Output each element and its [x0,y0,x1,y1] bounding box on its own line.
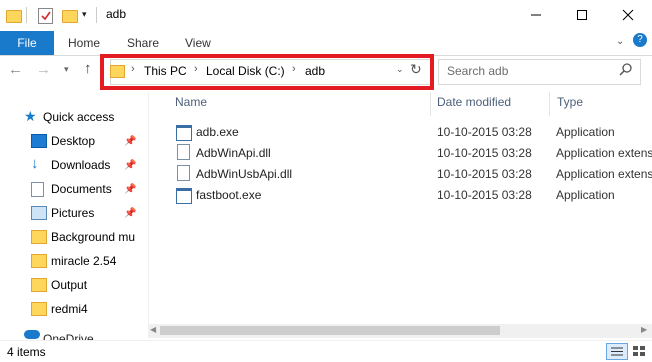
sidebar-item-label: Output [51,278,88,292]
status-bar [0,340,652,362]
table-row[interactable]: adb.exe 10-10-2015 03:28 Application [150,122,652,142]
expand-ribbon-icon[interactable]: ⌄ [616,36,624,47]
sidebar-item-onedrive[interactable]: OneDrive [0,326,148,340]
folder-icon [31,302,47,316]
magnifier-icon [619,63,632,76]
file-type: Application extens [556,167,652,181]
item-count: 4 items [7,345,46,359]
cloud-icon [24,330,40,339]
sidebar-item-label: Background mu [51,230,136,244]
file-date: 10-10-2015 03:28 [437,146,532,160]
close-icon [622,9,634,21]
file-date: 10-10-2015 03:28 [437,167,532,181]
maximize-icon [577,10,587,20]
forward-arrow-icon[interactable]: → [36,61,51,78]
address-highlight-annotation [100,54,434,90]
folder-icon [6,10,22,23]
large-icons-view-icon [633,346,645,356]
sidebar-item-pictures[interactable]: Pictures 📌 [0,202,148,224]
minimize-icon [531,14,541,16]
sidebar-item-label: redmi4 [51,302,88,316]
back-arrow-icon[interactable]: ← [8,61,23,78]
divider [96,7,97,23]
table-row[interactable]: AdbWinUsbApi.dll 10-10-2015 03:28 Applic… [150,164,652,184]
sidebar-item-label: Quick access [43,110,115,124]
recent-locations-icon[interactable]: ▾ [64,64,69,75]
tab-share[interactable]: Share [127,36,159,50]
sidebar-item-redmi4[interactable]: redmi4 [0,298,148,320]
pin-icon[interactable]: 📌 [124,208,136,219]
file-type: Application extens [556,146,652,160]
pin-icon[interactable]: 📌 [124,136,136,147]
customize-quick-access-icon[interactable]: ▾ [82,9,87,20]
file-name: AdbWinUsbApi.dll [196,167,293,181]
details-view-button[interactable] [606,343,628,360]
file-type: Application [556,125,615,139]
scrollbar-thumb[interactable] [160,326,500,335]
file-name: adb.exe [196,125,239,139]
search-icon[interactable] [619,62,633,79]
sidebar-item-label: OneDrive [43,332,94,340]
tab-view[interactable]: View [185,36,211,50]
application-icon [176,188,192,204]
details-view-icon [611,347,623,356]
column-header-type[interactable]: Type [557,95,583,109]
window-title: adb [106,7,127,21]
dll-icon [177,165,190,181]
column-header-date[interactable]: Date modified [437,95,511,109]
large-icons-view-button[interactable] [630,343,648,358]
file-date: 10-10-2015 03:28 [437,125,532,139]
pin-icon[interactable]: 📌 [124,184,136,195]
new-folder-icon[interactable] [62,10,78,23]
pictures-icon [31,206,47,220]
up-arrow-icon[interactable]: ↑ [84,60,92,77]
maximize-button[interactable] [559,0,605,30]
checkmark-icon [41,11,51,21]
download-icon: ↓ [31,155,39,172]
table-row[interactable]: AdbWinApi.dll 10-10-2015 03:28 Applicati… [150,143,652,163]
help-icon[interactable]: ? [633,33,647,47]
sidebar-item-output[interactable]: Output [0,274,148,296]
search-placeholder: Search adb [447,64,509,78]
column-divider[interactable] [430,92,431,116]
sidebar-item-background-music[interactable]: Background mu [0,226,148,248]
properties-icon[interactable] [38,8,53,24]
table-row[interactable]: fastboot.exe 10-10-2015 03:28 Applicatio… [150,185,652,205]
dll-icon [177,144,190,160]
scroll-left-icon[interactable]: ◀ [150,325,156,334]
sidebar-item-label: miracle 2.54 [51,254,117,268]
divider [26,7,27,23]
tab-home[interactable]: Home [68,36,100,50]
sidebar-item-documents[interactable]: Documents 📌 [0,178,148,200]
column-divider[interactable] [549,92,550,116]
folder-icon [31,254,47,268]
file-name: AdbWinApi.dll [196,146,271,160]
minimize-button[interactable] [513,0,559,30]
application-icon [176,125,192,141]
desktop-icon [31,134,47,148]
file-date: 10-10-2015 03:28 [437,188,532,202]
documents-icon [31,181,44,197]
star-icon: ★ [24,108,37,124]
sidebar-item-quick-access[interactable]: ★ Quick access [0,106,148,128]
sidebar-item-downloads[interactable]: ↓ Downloads 📌 [0,154,148,176]
tab-file[interactable]: File [0,31,54,55]
folder-icon [31,278,47,292]
sidebar-item-desktop[interactable]: Desktop 📌 [0,130,148,152]
folder-icon [31,230,47,244]
close-button[interactable] [605,0,651,30]
pin-icon[interactable]: 📌 [124,160,136,171]
scroll-right-icon[interactable]: ▶ [641,325,647,334]
sidebar-item-miracle[interactable]: miracle 2.54 [0,250,148,272]
file-name: fastboot.exe [196,188,262,202]
pane-divider [148,92,149,326]
file-type: Application [556,188,615,202]
column-header-name[interactable]: Name [175,95,207,109]
